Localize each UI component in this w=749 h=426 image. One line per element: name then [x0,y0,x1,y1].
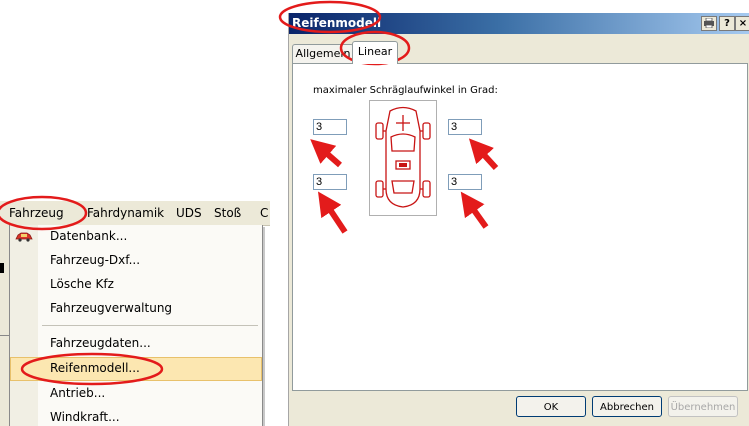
apply-button[interactable]: Übernehmen [668,396,738,417]
menu-separator [42,325,258,326]
menu-screenshot: Fahrzeug Fahrdynamik UDS Stoß C Datenban… [0,201,270,426]
menu-item-label: Fahrzeugverwaltung [50,301,173,315]
menu-item-datenbank[interactable]: Datenbank... [10,225,262,249]
menu-item-label: Fahrzeugdaten... [50,336,151,350]
menu-stoss[interactable]: Stoß [214,206,241,220]
tab-panel-linear: maximaler Schräglaufwinkel in Grad: [292,63,748,391]
menubar: Fahrzeug Fahrdynamik UDS Stoß C [0,201,270,226]
menu-item-loesche-kfz[interactable]: Lösche Kfz [10,273,262,297]
menu-item-fahrzeug-dxf[interactable]: Fahrzeug-Dxf... [10,249,262,273]
menu-fahrzeug[interactable]: Fahrzeug [9,206,64,220]
menu-item-label: Datenbank... [50,229,128,243]
menu-item-fahrzeugdaten[interactable]: Fahrzeugdaten... [10,332,262,356]
print-icon[interactable] [701,16,717,31]
menu-item-label: Reifenmodell... [50,361,140,375]
rear-left-slip-angle-field[interactable] [313,174,347,190]
menu-fahrdynamik[interactable]: Fahrdynamik [87,206,164,220]
dialog-title: Reifenmodell [292,16,382,30]
menu-item-windkraft[interactable]: Windkraft... [10,406,262,426]
front-left-slip-angle-field[interactable] [313,119,347,135]
dialog-button-row: OK Abbrechen Übernehmen [289,391,749,426]
vehicle-diagram [369,100,437,216]
front-right-slip-angle-field[interactable] [448,119,482,135]
menu-item-label: Windkraft... [50,410,120,424]
cancel-button[interactable]: Abbrechen [592,396,662,417]
menu-uds[interactable]: UDS [176,206,202,220]
database-car-icon [15,232,33,242]
menu-item-reifenmodell[interactable]: Reifenmodell... [10,357,262,381]
menu-item-antrieb[interactable]: Antrieb... [10,382,262,406]
close-button[interactable]: × [735,16,749,31]
reifenmodell-dialog: Reifenmodell ? × Allgemein Linear maxima… [288,13,749,426]
menu-item-label: Lösche Kfz [50,277,114,291]
rear-right-slip-angle-field[interactable] [448,174,482,190]
menu-item-label: Fahrzeug-Dxf... [50,253,141,267]
slip-angle-caption: maximaler Schräglaufwinkel in Grad: [313,85,498,96]
fahrzeug-dropdown: Datenbank... Fahrzeug-Dxf... Lösche Kfz … [9,225,263,426]
car-topview-icon [375,106,431,208]
tab-linear[interactable]: Linear [352,41,398,64]
dialog-titlebar: Reifenmodell ? × [289,13,749,34]
menu-item-fahrzeugverwaltung[interactable]: Fahrzeugverwaltung [10,297,262,321]
tab-allgemein[interactable]: Allgemein [292,44,354,63]
menu-item-label: Antrieb... [50,386,106,400]
menu-more[interactable]: C [260,206,268,220]
tab-strip: Allgemein Linear [289,34,749,64]
ok-button[interactable]: OK [516,396,586,417]
help-button[interactable]: ? [719,16,735,31]
